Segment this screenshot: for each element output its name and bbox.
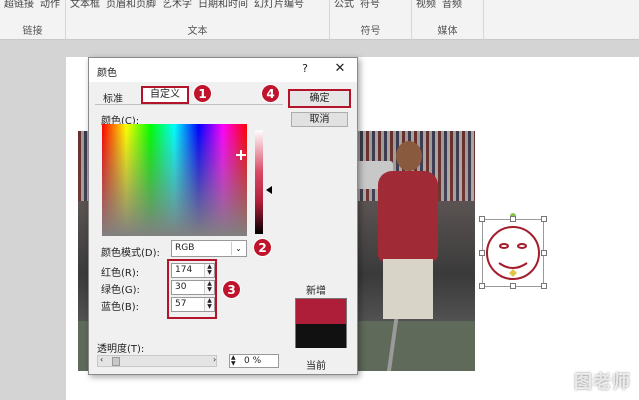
action-button[interactable]: 动作 [40, 0, 60, 10]
resize-handle[interactable] [510, 216, 516, 222]
green-label: 绿色(G): [101, 285, 140, 296]
date-time-button[interactable]: 日期和时间 [198, 0, 248, 10]
chevron-left-icon[interactable]: ‹ [100, 355, 103, 364]
slide-number-button[interactable]: 幻灯片编号 [254, 0, 304, 10]
smiley-shape[interactable] [479, 213, 547, 289]
color-dialog: 颜色 ? ✕ 标准 自定义 颜色(C): 颜色模式(D): RGB ⌄ 红色(R… [88, 57, 358, 375]
color-mode-label: 颜色模式(D): [101, 248, 160, 259]
tab-standard[interactable]: 标准 [103, 90, 123, 105]
new-color-label: 新增 [306, 286, 326, 297]
watermark: 图老师 [574, 372, 631, 393]
transparency-slider[interactable]: ‹ [97, 355, 217, 367]
audio-button[interactable]: 音频 [442, 0, 462, 10]
crosshair-icon[interactable] [236, 150, 246, 160]
ribbon-group-label: 符号 [360, 26, 381, 37]
transparency-label: 透明度(T): [97, 344, 145, 355]
step-marker-1: 1 [193, 84, 212, 103]
color-spectrum[interactable] [102, 124, 247, 236]
color-preview [295, 298, 347, 348]
step-marker-2: 2 [253, 238, 272, 257]
resize-handle[interactable] [510, 283, 516, 289]
resize-handle[interactable] [479, 283, 485, 289]
watermark-logo-icon: ⌂ [560, 374, 569, 390]
resize-handle[interactable] [479, 250, 485, 256]
slider-thumb[interactable] [112, 357, 120, 366]
video-button[interactable]: 视频 [416, 0, 436, 10]
transparency-input[interactable]: 0 % [229, 354, 279, 368]
close-icon[interactable]: ✕ [331, 61, 349, 79]
photo-person-legs [383, 259, 433, 319]
cancel-button[interactable]: 取消 [291, 112, 348, 127]
luminance-bar[interactable] [255, 130, 263, 234]
color-mode-select[interactable]: RGB ⌄ [171, 240, 247, 257]
new-color-swatch [296, 299, 346, 324]
ok-button[interactable]: 确定 [288, 89, 351, 108]
resize-handle[interactable] [541, 283, 547, 289]
help-icon[interactable]: ? [297, 62, 313, 78]
ribbon-group-label: 媒体 [437, 26, 458, 37]
symbol-button[interactable]: 符号 [360, 0, 380, 10]
hyperlink-button[interactable]: 超链接 [4, 0, 34, 10]
ribbon-group-label: 文本 [187, 26, 208, 37]
tab-custom[interactable]: 自定义 [141, 86, 189, 104]
current-color-label: 当前 [306, 361, 326, 372]
ribbon-group-links: 超链接 动作 链接 [0, 0, 66, 40]
spin-arrows-icon[interactable]: ▲ ▼ [231, 355, 236, 367]
photo-person-head [396, 141, 422, 171]
wordart-button[interactable]: 艺术字 [162, 0, 192, 10]
chevron-right-icon[interactable]: › [213, 355, 216, 364]
dialog-title: 颜色 [97, 68, 117, 79]
resize-handle[interactable] [479, 216, 485, 222]
luminance-arrow-icon[interactable] [266, 186, 272, 194]
textbox-button[interactable]: 文本框 [70, 0, 100, 10]
step-marker-4: 4 [261, 84, 280, 103]
blue-label: 蓝色(B): [101, 302, 140, 313]
equation-button[interactable]: 公式 [334, 0, 354, 10]
transparency-value: 0 % [244, 356, 262, 366]
red-label: 红色(R): [101, 268, 140, 279]
dialog-titlebar[interactable]: 颜色 ? ✕ [89, 58, 357, 82]
photo-person-body [378, 171, 438, 261]
resize-handle[interactable] [541, 250, 547, 256]
chevron-down-icon[interactable]: ⌄ [231, 242, 245, 255]
ribbon-group-label: 链接 [22, 26, 43, 37]
ribbon-group-text: 文本框 页眉和页脚 艺术字 日期和时间 幻灯片编号 文本 [66, 0, 330, 40]
rgb-highlight-box [167, 259, 217, 319]
smiley-face-icon [486, 213, 540, 280]
current-color-swatch [296, 324, 346, 348]
ribbon: 超链接 动作 链接 文本框 页眉和页脚 艺术字 日期和时间 幻灯片编号 文本 公式 符号 符… [0, 0, 639, 40]
ribbon-group-symbols: 公式 符号 符号 [330, 0, 412, 40]
step-marker-3: 3 [222, 280, 241, 299]
resize-handle[interactable] [541, 216, 547, 222]
header-footer-button[interactable]: 页眉和页脚 [106, 0, 156, 10]
ribbon-group-media: 视频 音频 媒体 [412, 0, 484, 40]
color-mode-value: RGB [175, 243, 195, 253]
